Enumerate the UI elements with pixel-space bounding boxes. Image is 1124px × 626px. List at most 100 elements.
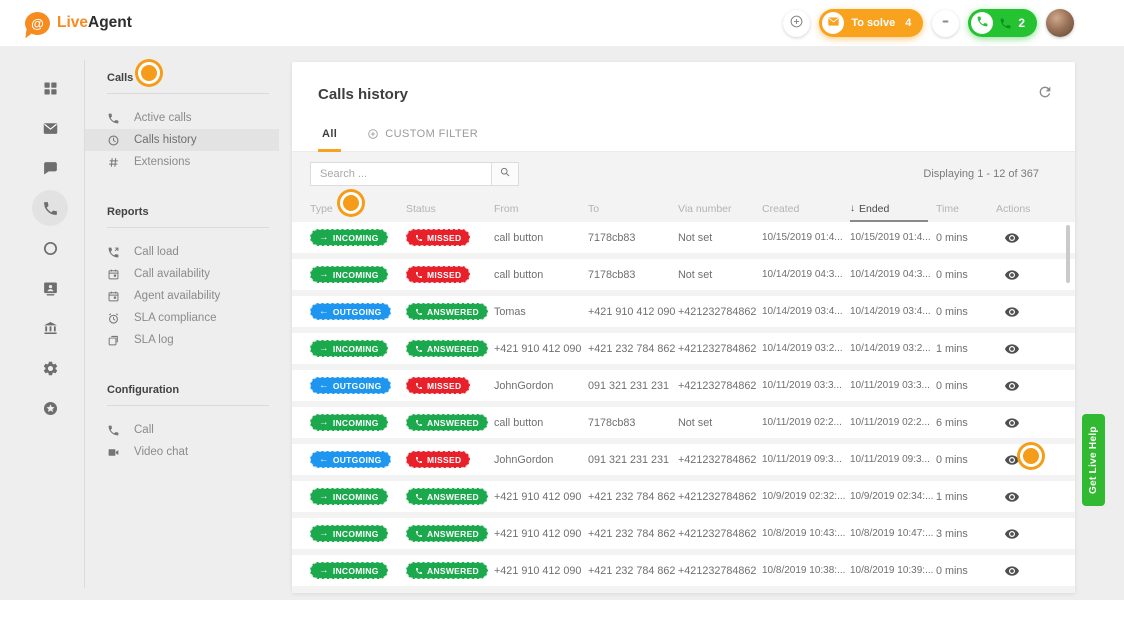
sidebar-item-label: Video chat (134, 446, 188, 458)
nav-gamification[interactable] (32, 390, 68, 426)
annotation-circle (138, 62, 160, 84)
to-cell: +421 232 784 862 (588, 343, 678, 355)
envelope-icon (827, 15, 840, 31)
phone-badge (971, 12, 993, 34)
view-call-button[interactable] (1004, 526, 1020, 542)
from-cell: call button (494, 417, 588, 429)
view-call-button[interactable] (1004, 341, 1020, 357)
view-call-button[interactable] (1004, 230, 1020, 246)
nav-dashboard[interactable] (32, 70, 68, 106)
get-live-help-button[interactable]: Get Live Help (1082, 414, 1105, 506)
view-call-button[interactable] (1004, 304, 1020, 320)
tab-all[interactable]: All (318, 118, 341, 152)
nav-chats[interactable] (32, 150, 68, 186)
grid-icon (42, 80, 59, 97)
search-button[interactable] (492, 162, 519, 186)
search-input[interactable] (310, 162, 492, 186)
status-badge: MISSED (406, 266, 470, 283)
to-cell: 7178cb83 (588, 269, 678, 281)
via-number-cell: +421232784862 (678, 565, 762, 577)
column-header-to[interactable]: To (588, 195, 678, 222)
status-badge: ANSWERED (406, 303, 488, 320)
nav-status[interactable] (32, 230, 68, 266)
nav-tickets[interactable] (32, 110, 68, 146)
type-badge: ←OUTGOING (310, 377, 391, 394)
sidebar-item-label: SLA compliance (134, 312, 216, 324)
time-cell: 0 mins (936, 380, 996, 392)
tabs: All CUSTOM FILTER (318, 118, 482, 152)
column-header-ended[interactable]: ↓Ended (850, 195, 928, 222)
page-title: Calls history (318, 86, 408, 103)
column-header-via-number[interactable]: Via number (678, 195, 762, 222)
sidebar-item-extensions[interactable]: Extensions (85, 151, 279, 173)
sidebar-item-call-availability[interactable]: Call availability (85, 263, 279, 285)
tab-label: All (322, 128, 337, 140)
tab-custom-filter[interactable]: CUSTOM FILTER (363, 118, 482, 152)
to-cell: +421 232 784 862 (588, 491, 678, 503)
sidebar-item-sla-log[interactable]: SLA log (85, 329, 279, 351)
displaying-count: Displaying 1 - 12 of 367 (923, 168, 1039, 180)
nav-calls[interactable] (32, 190, 68, 226)
via-number-cell: +421232784862 (678, 454, 762, 466)
liveagent-logo[interactable]: @ LiveAgent (25, 12, 132, 35)
logo-bubble-icon: @ (25, 12, 50, 35)
hash-icon (107, 156, 121, 169)
logo-agent: Agent (88, 14, 132, 31)
table-row: ←OUTGOINGMISSEDJohnGordon091 321 231 231… (292, 444, 1075, 475)
table-row: ←OUTGOINGANSWEREDTomas+421 910 412 090+4… (292, 296, 1075, 327)
view-call-button[interactable] (1004, 563, 1020, 579)
active-call-button[interactable]: 2 (968, 9, 1037, 37)
ended-cell: 10/11/2019 03:3... (850, 380, 936, 391)
type-badge: ←OUTGOING (310, 303, 391, 320)
view-call-button[interactable] (1004, 415, 1020, 431)
sidebar-item-calls-history[interactable]: Calls history (85, 129, 279, 151)
scrollbar[interactable] (1066, 225, 1070, 283)
created-cell: 10/15/2019 01:4... (762, 232, 850, 243)
sidebar-item-call[interactable]: Call (85, 419, 279, 441)
refresh-button[interactable] (1037, 84, 1053, 103)
column-header-status[interactable]: Status (406, 195, 494, 222)
column-header-from[interactable]: From (494, 195, 588, 222)
column-header-time[interactable]: Time (936, 195, 996, 222)
phone-icon (42, 200, 59, 217)
nav-knowledge-base[interactable] (32, 310, 68, 346)
created-cell: 10/9/2019 02:32:... (762, 491, 850, 502)
sidebar-item-active-calls[interactable]: Active calls (85, 107, 279, 129)
time-cell: 0 mins (936, 269, 996, 281)
sidebar-item-label: Calls history (134, 134, 197, 146)
nav-settings[interactable] (32, 350, 68, 386)
column-header-created[interactable]: Created (762, 195, 850, 222)
to-solve-button[interactable]: To solve 4 (819, 9, 923, 37)
status-badge: ANSWERED (406, 562, 488, 579)
pause-button[interactable] (932, 10, 959, 37)
add-button[interactable] (783, 10, 810, 37)
time-cell: 3 mins (936, 528, 996, 540)
phone-icon (415, 382, 423, 390)
to-cell: 7178cb83 (588, 232, 678, 244)
to-cell: 091 321 231 231 (588, 454, 678, 466)
view-call-button[interactable] (1004, 489, 1020, 505)
sidebar-section-calls: Calls (85, 63, 279, 93)
view-call-button[interactable] (1004, 267, 1020, 283)
plus-circle-icon (367, 128, 379, 140)
view-call-button[interactable] (1004, 452, 1020, 468)
avatar[interactable] (1046, 9, 1074, 37)
to-cell: 7178cb83 (588, 417, 678, 429)
workspace: Calls Active calls Calls history Extensions… (0, 46, 1124, 600)
type-badge: →INCOMING (310, 229, 388, 246)
sidebar-item-agent-availability[interactable]: Agent availability (85, 285, 279, 307)
phone-icon (415, 308, 423, 316)
nav-contacts[interactable] (32, 270, 68, 306)
column-header-actions[interactable]: Actions (996, 195, 1075, 222)
clipboard-icon (107, 334, 121, 347)
panel-header: Calls history All CUSTOM FILTER (292, 62, 1075, 152)
time-cell: 6 mins (936, 417, 996, 429)
phone-icon (107, 424, 121, 437)
view-call-button[interactable] (1004, 378, 1020, 394)
status-badge: MISSED (406, 451, 470, 468)
sidebar-item-call-load[interactable]: Call load (85, 241, 279, 263)
alarm-icon (107, 312, 121, 325)
ended-cell: 10/8/2019 10:39:... (850, 565, 936, 576)
sidebar-item-sla-compliance[interactable]: SLA compliance (85, 307, 279, 329)
sidebar-item-video-chat[interactable]: Video chat (85, 441, 279, 463)
